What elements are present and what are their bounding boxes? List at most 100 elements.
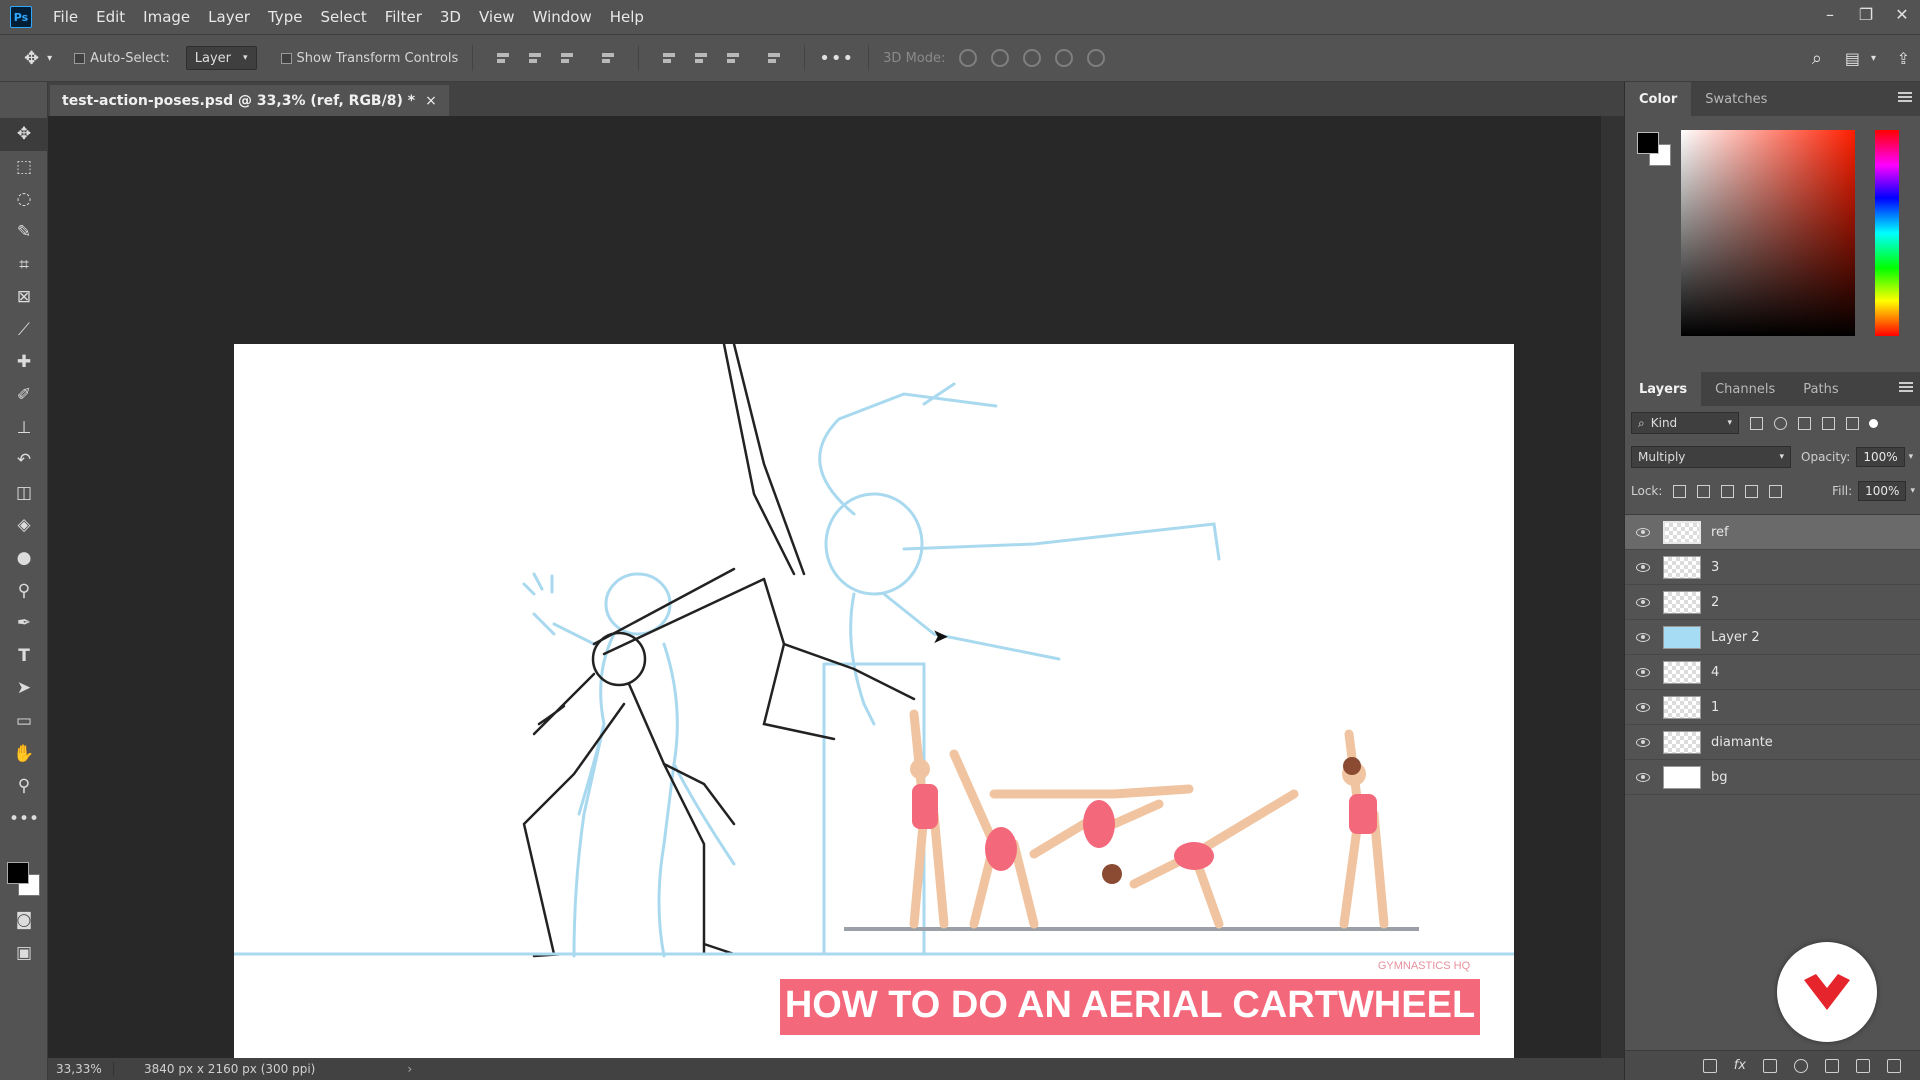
tab-layers[interactable]: Layers	[1625, 372, 1702, 406]
auto-select-target-dropdown[interactable]: Layer ▾	[185, 46, 257, 70]
tab-paths[interactable]: Paths	[1789, 372, 1852, 406]
adjustment-layer-icon[interactable]	[1794, 1058, 1808, 1073]
menu-help[interactable]: Help	[601, 8, 653, 26]
menu-file[interactable]: File	[44, 8, 87, 26]
visibility-toggle[interactable]	[1625, 737, 1661, 747]
lock-transparent-icon[interactable]	[1673, 484, 1687, 498]
show-transform-checkbox[interactable]: Show Transform Controls	[280, 51, 458, 66]
close-window-button[interactable]: ✕	[1884, 0, 1920, 28]
menu-window[interactable]: Window	[524, 8, 601, 26]
new-layer-icon[interactable]	[1856, 1058, 1870, 1073]
layers-panel-menu-icon[interactable]	[1899, 382, 1913, 392]
align-middle-v-icon[interactable]	[692, 49, 710, 67]
add-mask-icon[interactable]	[1763, 1058, 1777, 1073]
align-right-icon[interactable]	[558, 49, 576, 67]
opacity-chevron-icon[interactable]: ▾	[1909, 452, 1914, 462]
color-swatches[interactable]	[7, 862, 43, 902]
filter-toggle-icon[interactable]	[1869, 418, 1878, 428]
3d-slide-icon[interactable]	[1055, 49, 1074, 67]
align-bottom-icon[interactable]	[724, 49, 742, 67]
search-icon[interactable]: ⌕	[1812, 48, 1822, 69]
move-tool-icon[interactable]: ✥	[24, 48, 39, 69]
fill-chevron-icon[interactable]: ▾	[1910, 486, 1915, 496]
layer-row[interactable]: 3	[1625, 550, 1920, 585]
lock-position-icon[interactable]	[1721, 484, 1735, 498]
3d-orbit-icon[interactable]	[959, 49, 978, 67]
layer-row[interactable]: ref	[1625, 515, 1920, 550]
foreground-color-swatch[interactable]	[7, 862, 29, 884]
new-group-icon[interactable]	[1825, 1058, 1839, 1073]
visibility-toggle[interactable]	[1625, 702, 1661, 712]
healing-brush-tool-icon[interactable]: ✚	[0, 346, 48, 379]
menu-edit[interactable]: Edit	[87, 8, 134, 26]
link-layers-icon[interactable]	[1702, 1058, 1717, 1073]
marquee-tool-icon[interactable]: ⬚	[0, 151, 48, 184]
tab-swatches[interactable]: Swatches	[1691, 82, 1781, 116]
lasso-tool-icon[interactable]: ◌	[0, 183, 48, 216]
frame-tool-icon[interactable]: ⊠	[0, 281, 48, 314]
menu-type[interactable]: Type	[259, 8, 311, 26]
canvas-workspace[interactable]: HOW TO DO AN AERIAL CARTWHEEL GYMNASTICS…	[48, 116, 1601, 1064]
quick-mask-icon[interactable]: ◙	[0, 904, 48, 937]
layer-row[interactable]: 2	[1625, 585, 1920, 620]
lock-all-icon[interactable]	[1769, 484, 1783, 498]
visibility-toggle[interactable]	[1625, 597, 1661, 607]
type-filter-icon[interactable]	[1798, 416, 1811, 430]
blend-mode-dropdown[interactable]: Multiply ▾	[1631, 446, 1791, 468]
3d-pan-icon[interactable]	[1023, 49, 1042, 67]
vertical-scrollbar[interactable]	[1601, 116, 1624, 1058]
brush-tool-icon[interactable]: ✐	[0, 379, 48, 412]
menu-layer[interactable]: Layer	[199, 8, 259, 26]
smart-object-filter-icon[interactable]	[1846, 416, 1859, 430]
eraser-tool-icon[interactable]: ◫	[0, 477, 48, 510]
hue-slider[interactable]	[1875, 130, 1899, 336]
lock-artboard-icon[interactable]	[1745, 484, 1759, 498]
menu-filter[interactable]: Filter	[376, 8, 431, 26]
opacity-input[interactable]: 100%	[1856, 447, 1905, 467]
type-tool-icon[interactable]: T	[0, 640, 48, 673]
adjustment-filter-icon[interactable]	[1774, 416, 1787, 430]
distribute-v-icon[interactable]	[765, 49, 783, 67]
color-panel-menu-icon[interactable]	[1898, 92, 1912, 102]
pen-tool-icon[interactable]: ✒	[0, 607, 48, 640]
close-tab-icon[interactable]: ×	[425, 93, 437, 109]
share-icon[interactable]: ⇪	[1897, 49, 1910, 68]
dodge-tool-icon[interactable]: ⚲	[0, 574, 48, 607]
zoom-tool-icon[interactable]: ⚲	[0, 770, 48, 803]
delete-layer-icon[interactable]	[1887, 1058, 1901, 1073]
3d-roll-icon[interactable]	[991, 49, 1010, 67]
restore-button[interactable]: ❐	[1848, 0, 1884, 28]
layer-row[interactable]: bg	[1625, 760, 1920, 795]
panel-foreground-swatch[interactable]	[1637, 132, 1659, 154]
tab-channels[interactable]: Channels	[1701, 372, 1789, 406]
history-brush-tool-icon[interactable]: ↶	[0, 444, 48, 477]
layer-row[interactable]: 4	[1625, 655, 1920, 690]
blur-tool-icon[interactable]: ●	[0, 542, 48, 575]
paint-bucket-tool-icon[interactable]: ◈	[0, 509, 48, 542]
shape-filter-icon[interactable]	[1822, 416, 1835, 430]
document-canvas[interactable]: HOW TO DO AN AERIAL CARTWHEEL GYMNASTICS…	[234, 344, 1514, 1064]
document-tab[interactable]: test-action-poses.psd @ 33,3% (ref, RGB/…	[50, 85, 449, 116]
visibility-toggle[interactable]	[1625, 772, 1661, 782]
rectangle-tool-icon[interactable]: ▭	[0, 705, 48, 738]
edit-toolbar-icon[interactable]: •••	[0, 802, 48, 835]
menu-view[interactable]: View	[470, 8, 524, 26]
visibility-toggle[interactable]	[1625, 562, 1661, 572]
lock-image-icon[interactable]	[1697, 484, 1711, 498]
more-options-icon[interactable]: •••	[819, 48, 854, 69]
fill-input[interactable]: 100%	[1858, 481, 1907, 501]
visibility-toggle[interactable]	[1625, 667, 1661, 677]
workspace-icon[interactable]: ▤	[1845, 49, 1860, 68]
status-menu-chevron-icon[interactable]: ›	[407, 1062, 412, 1076]
color-picker-field[interactable]	[1681, 130, 1855, 336]
crop-tool-icon[interactable]: ⌗	[0, 248, 48, 281]
menu-select[interactable]: Select	[311, 8, 375, 26]
zoom-level-field[interactable]: 33,33%	[48, 1062, 114, 1076]
align-center-h-icon[interactable]	[526, 49, 544, 67]
tool-preset-chevron-icon[interactable]: ▾	[47, 53, 52, 64]
layer-style-icon[interactable]: fx	[1734, 1058, 1746, 1073]
eyedropper-tool-icon[interactable]: ⟋	[0, 314, 48, 347]
layer-row[interactable]: Layer 2	[1625, 620, 1920, 655]
minimize-button[interactable]: –	[1812, 0, 1848, 28]
distribute-h-icon[interactable]	[599, 49, 617, 67]
